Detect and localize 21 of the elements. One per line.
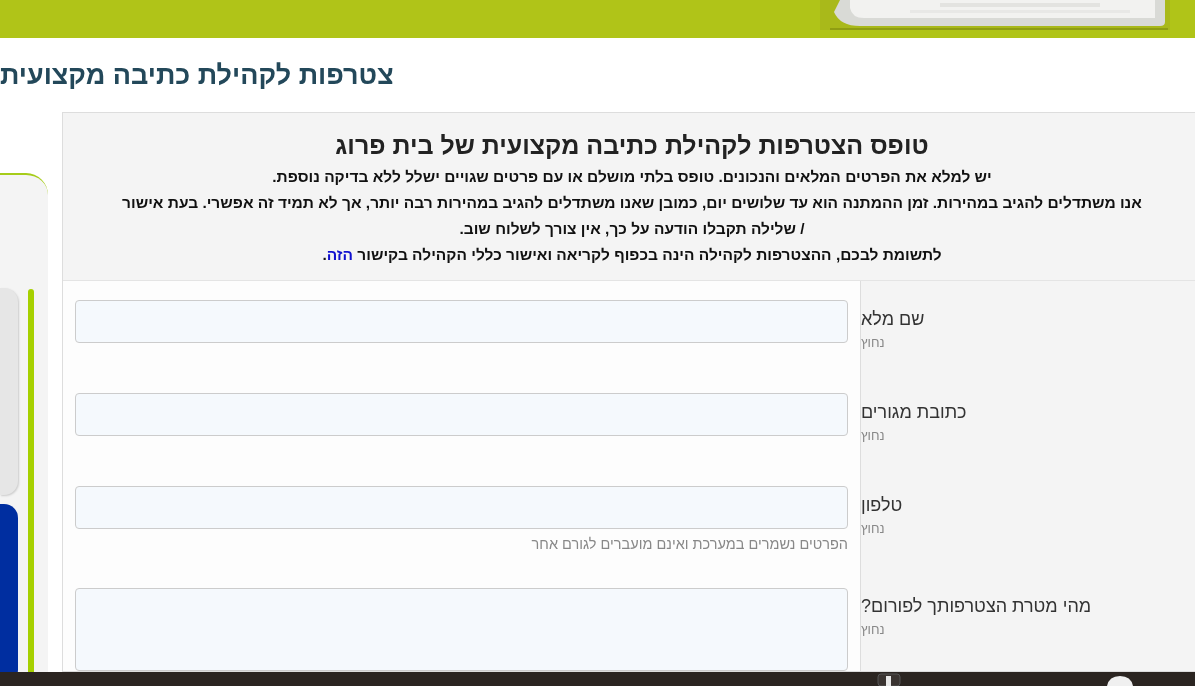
required-note: נחוץ	[861, 428, 885, 443]
field-label: שם מלא	[861, 309, 925, 330]
notice-text: לתשומת לבכם, ההצטרפות לקהילה הינה בכפוף לקריאה ואישור כללי הקהילה בקישור הזה.	[321, 245, 943, 265]
input-field[interactable]	[75, 486, 848, 529]
field-label: טלפון	[861, 495, 903, 516]
form-title: טופס הצטרפות לקהילת כתיבה מקצועית של בית פרוג	[334, 131, 930, 160]
required-note: נחוץ	[861, 335, 885, 350]
required-note: נחוץ	[861, 622, 885, 637]
rules-link[interactable]: הזה	[326, 246, 353, 263]
intro-text: יש למלא את הפרטים המלאים והנכונים. טופס בלתי מושלם או עם פרטים שגויים ישלל ללא בדיקה נוספת.	[271, 167, 993, 187]
intro-text: / שלילה תקבלו הודעה על כך, אין צורך לשלוח שוב.	[458, 219, 806, 239]
help-text: הפרטים נשמרים במערכת ואינם מועברים לגורם אחר	[530, 536, 848, 552]
field-label: כתובת מגורים	[861, 402, 967, 423]
text-area[interactable]	[75, 588, 848, 671]
page-title: צטרפות לקהילת כתיבה מקצועית	[0, 59, 394, 91]
intro-text: אנו משתדלים להגיב במהירות. זמן ההמתנה הוא עד שלושים יום, כמובן שאנו משתדלים להגיב במהירות רבה יותר, אך לא תמיד זה אפשרי. בעת אישור	[121, 193, 1143, 213]
app-icon[interactable]	[877, 672, 901, 686]
input-field[interactable]	[75, 300, 848, 343]
field-label: מהי מטרת הצטרפותך לפורום?	[861, 596, 1092, 617]
input-field[interactable]	[75, 393, 848, 436]
required-note: נחוץ	[861, 521, 885, 536]
